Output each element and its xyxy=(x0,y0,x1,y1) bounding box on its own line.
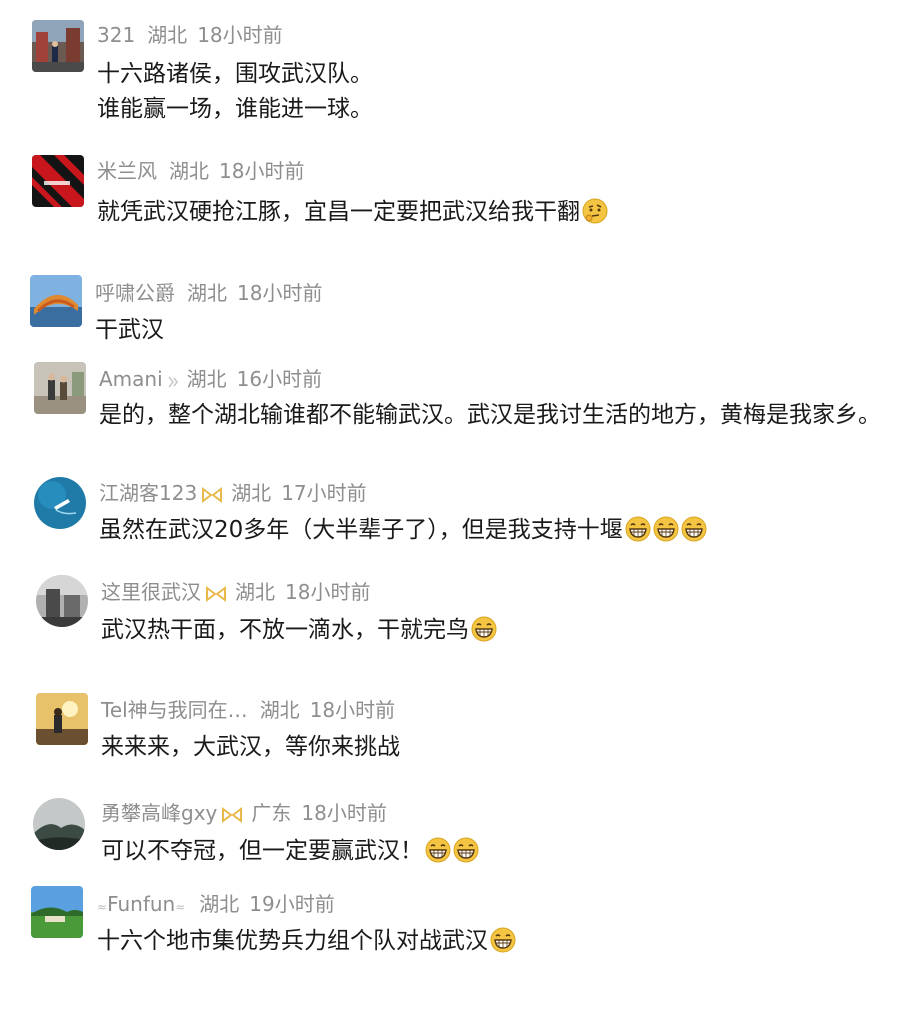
emoji-group xyxy=(623,516,707,543)
username[interactable]: 米兰风 xyxy=(97,159,157,183)
comment-meta: ≈Funfun≈ 湖北 19小时前 xyxy=(97,891,335,920)
comment-text: 来来来，大武汉，等你来挑战 xyxy=(101,734,400,760)
grinning-face-emoji xyxy=(490,927,516,953)
username[interactable]: 勇攀高峰gxy xyxy=(101,801,217,825)
comment-text: 谁能赢一场，谁能进一球。 xyxy=(97,96,373,122)
location: 广东 xyxy=(251,801,292,825)
grinning-face-emoji xyxy=(453,837,479,863)
username[interactable]: Amani xyxy=(99,367,163,391)
level-badge-icon xyxy=(205,582,227,608)
comment-meta: 米兰风 湖北 18小时前 xyxy=(97,158,304,184)
comment-meta: 江湖客123 湖北 17小时前 xyxy=(99,480,367,509)
comment-text: 武汉热干面，不放一滴水，干就完鸟 xyxy=(101,614,497,646)
grinning-face-emoji xyxy=(425,837,451,863)
landscape-avatar[interactable] xyxy=(31,886,83,938)
location: 湖北 xyxy=(235,580,275,604)
location: 湖北 xyxy=(169,159,209,183)
timestamp: 18小时前 xyxy=(237,281,323,305)
timestamp: 18小时前 xyxy=(197,23,283,47)
location: 湖北 xyxy=(199,892,240,916)
timestamp: 18小时前 xyxy=(219,159,305,183)
level-badge-icon xyxy=(167,369,179,395)
comment-meta: 勇攀高峰gxy 广东 18小时前 xyxy=(101,800,387,829)
level-badge-icon xyxy=(221,803,243,829)
grinning-face-emoji xyxy=(625,516,651,542)
grinning-face-emoji xyxy=(471,616,497,642)
city-street-avatar[interactable] xyxy=(32,20,84,72)
username[interactable]: 江湖客123 xyxy=(99,481,197,505)
comment-meta: Amani 湖北 16小时前 xyxy=(99,366,322,395)
foggy-mountain-avatar[interactable] xyxy=(33,798,85,850)
username[interactable]: Tel神与我同在… xyxy=(101,698,248,722)
comment-text: 十六个地市集优势兵力组个队对战武汉 xyxy=(97,925,516,957)
location: 湖北 xyxy=(147,23,188,47)
timestamp: 18小时前 xyxy=(301,801,387,825)
emoji-group xyxy=(423,837,479,864)
username[interactable]: 321 xyxy=(97,23,135,47)
comment-text: 十六路诸侯，围攻武汉队。 xyxy=(97,61,373,87)
comment-text: 就凭武汉硬抢江豚，宜昌一定要把武汉给我干翻 xyxy=(97,196,608,228)
sunset-person-avatar[interactable] xyxy=(36,693,88,745)
location: 湖北 xyxy=(231,481,272,505)
building-avatar[interactable] xyxy=(36,575,88,627)
stadium-avatar[interactable] xyxy=(30,275,82,327)
timestamp: 18小时前 xyxy=(285,580,371,604)
people-walking-avatar[interactable] xyxy=(34,362,86,414)
comment-text: 可以不夺冠，但一定要赢武汉！ xyxy=(101,835,479,867)
timestamp: 17小时前 xyxy=(281,481,367,505)
username[interactable]: Funfun xyxy=(107,892,175,916)
comment-meta: Tel神与我同在… 湖北 18小时前 xyxy=(101,697,395,723)
emoji-group xyxy=(469,616,497,643)
comment-meta: 这里很武汉 湖北 18小时前 xyxy=(101,579,370,608)
emoji-group xyxy=(488,927,516,954)
location: 湖北 xyxy=(259,698,300,722)
comment-text-content: 可以不夺冠，但一定要赢武汉！ xyxy=(101,838,423,864)
comment-text: 虽然在武汉20多年（大半辈子了），但是我支持十堰 xyxy=(99,514,707,546)
comment-text: 干武汉 xyxy=(95,317,164,343)
comment-text: 是的，整个湖北输谁都不能输武汉。武汉是我讨生活的地方，黄梅是我家乡。 xyxy=(99,402,881,428)
username[interactable]: 这里很武汉 xyxy=(101,580,201,604)
grinning-face-emoji xyxy=(653,516,679,542)
username[interactable]: 呼啸公爵 xyxy=(95,281,175,305)
level-badge-icon xyxy=(201,483,223,509)
comment-text-content: 就凭武汉硬抢江豚，宜昌一定要把武汉给我干翻 xyxy=(97,199,580,225)
comment-text-content: 十六个地市集优势兵力组个队对战武汉 xyxy=(97,928,488,954)
location: 湖北 xyxy=(186,367,227,391)
timestamp: 18小时前 xyxy=(309,698,396,722)
comment-meta: 321 湖北 18小时前 xyxy=(97,22,283,48)
ac-milan-jersey-avatar[interactable] xyxy=(32,155,84,207)
ocean-boat-avatar[interactable] xyxy=(34,477,86,529)
thinking-face-emoji xyxy=(582,198,608,224)
username-decoration-icon: ≈ xyxy=(175,900,186,914)
comment-meta: 呼啸公爵 湖北 18小时前 xyxy=(95,280,322,306)
location: 湖北 xyxy=(187,281,227,305)
comment-text-content: 虽然在武汉20多年（大半辈子了），但是我支持十堰 xyxy=(99,517,623,543)
grinning-face-emoji xyxy=(681,516,707,542)
username-decoration-icon: ≈ xyxy=(97,900,108,914)
comment-text-content: 武汉热干面，不放一滴水，干就完鸟 xyxy=(101,617,469,643)
timestamp: 16小时前 xyxy=(236,367,323,391)
timestamp: 19小时前 xyxy=(249,892,335,916)
